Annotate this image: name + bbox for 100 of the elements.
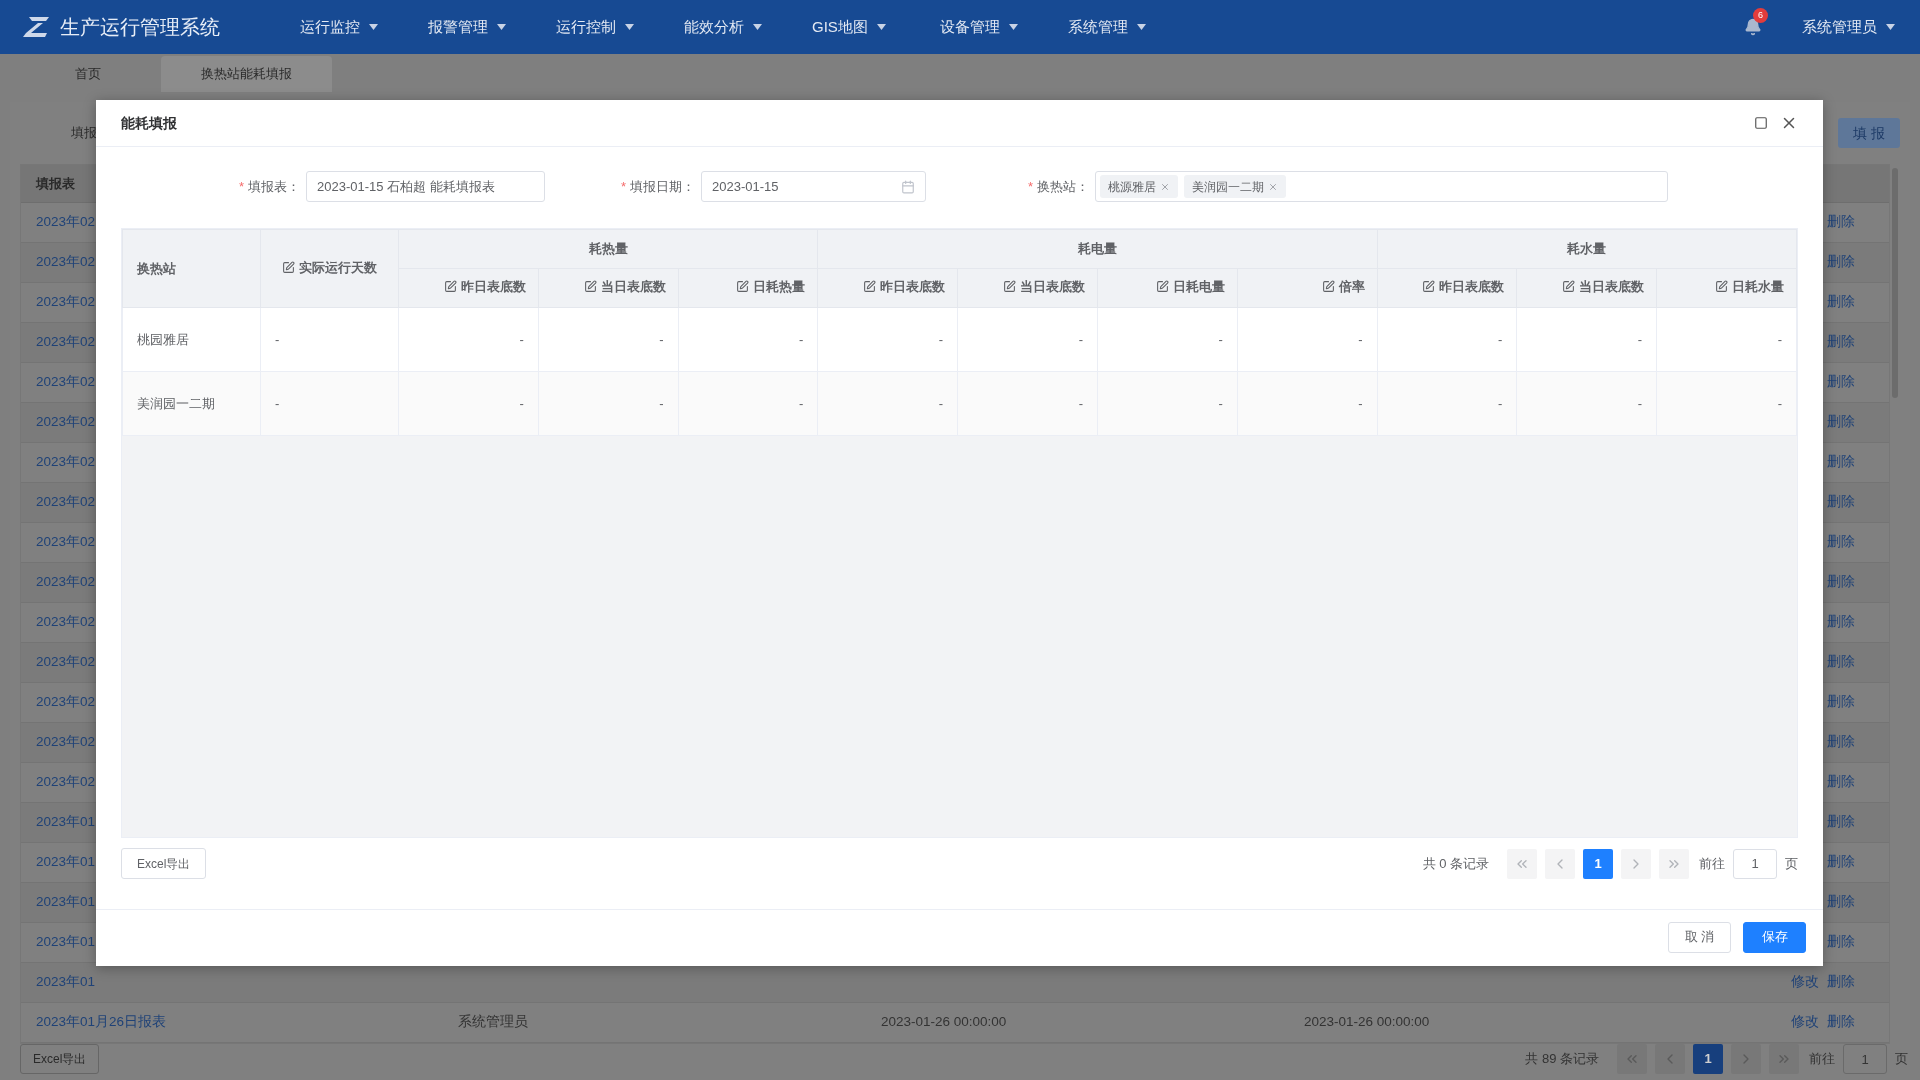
calendar-icon: [901, 179, 915, 194]
action-link[interactable]: 删除: [1827, 932, 1855, 953]
page-button[interactable]: 1: [1583, 848, 1613, 879]
action-link[interactable]: 删除: [1827, 612, 1855, 633]
field-label: 换热站：: [1037, 177, 1089, 196]
page-tab[interactable]: 首页: [35, 56, 141, 92]
action-link[interactable]: 修改: [1791, 1012, 1819, 1033]
table-cell: -: [1637, 395, 1643, 411]
column-header: 当日表底数: [1020, 278, 1085, 297]
save-button[interactable]: 保存: [1743, 921, 1806, 953]
column-header: 换热站: [137, 260, 176, 276]
nav-menu-item[interactable]: 能效分析: [684, 15, 812, 39]
report-link[interactable]: 2023年01: [21, 972, 442, 993]
report-link[interactable]: 2023年01月26日报表: [21, 1012, 442, 1033]
nav-menu-item[interactable]: 系统管理: [1068, 15, 1196, 39]
edit-icon[interactable]: [863, 280, 877, 294]
column-header: 日耗水量: [1732, 278, 1784, 297]
table-cell: -: [519, 331, 524, 347]
action-link[interactable]: 删除: [1827, 852, 1855, 873]
nav-menu-item[interactable]: GIS地图: [812, 15, 940, 39]
action-link[interactable]: 删除: [1827, 692, 1855, 713]
maximize-icon[interactable]: [1754, 116, 1768, 130]
page-button[interactable]: 1: [1693, 1044, 1723, 1074]
column-header: 日耗热量: [753, 278, 806, 297]
field-label: 填报日期：: [630, 177, 695, 196]
action-link[interactable]: 删除: [1827, 652, 1855, 673]
table-cell: -: [1498, 331, 1503, 347]
table-cell: -: [799, 331, 804, 347]
table-cell: -: [1777, 395, 1782, 411]
edit-icon[interactable]: [1422, 280, 1436, 294]
toolbar-label: 填报: [71, 124, 97, 143]
caret-icon: [1886, 24, 1895, 30]
edit-icon[interactable]: [1562, 280, 1576, 294]
table-cell: -: [275, 395, 280, 411]
action-link[interactable]: 删除: [1827, 772, 1855, 793]
action-link[interactable]: 删除: [1827, 732, 1855, 753]
table-cell: -: [659, 395, 664, 411]
action-link[interactable]: 删除: [1827, 572, 1855, 593]
action-link[interactable]: 删除: [1827, 212, 1855, 233]
edit-icon[interactable]: [1155, 280, 1169, 294]
action-link[interactable]: 删除: [1827, 372, 1855, 393]
caret-icon: [369, 24, 378, 30]
page-input[interactable]: 1: [1843, 1044, 1887, 1074]
caret-icon: [753, 24, 762, 30]
edit-icon[interactable]: [443, 280, 457, 294]
column-header: 昨日表底数: [1439, 278, 1505, 297]
table-cell: -: [1637, 331, 1643, 347]
column-header: 当日表底数: [1579, 278, 1645, 297]
group-header: 耗电量: [1078, 241, 1117, 257]
action-link[interactable]: 删除: [1827, 492, 1855, 513]
action-link[interactable]: 删除: [1827, 252, 1855, 273]
caret-icon: [497, 24, 506, 30]
action-link[interactable]: 删除: [1827, 532, 1855, 553]
user-menu[interactable]: 系统管理员: [1802, 15, 1895, 39]
fill-report-button[interactable]: 填 报: [1838, 118, 1900, 148]
nav-menu-item[interactable]: 运行控制: [556, 15, 684, 39]
edit-icon[interactable]: [1003, 280, 1016, 294]
table-cell: -: [519, 395, 524, 411]
edit-icon[interactable]: [736, 280, 750, 294]
action-link[interactable]: 删除: [1827, 1012, 1855, 1033]
table-cell: -: [659, 331, 664, 347]
logo-icon: [23, 17, 49, 37]
app-title: 生产运行管理系统: [60, 15, 220, 40]
field-label: 填报表：: [248, 177, 300, 196]
table-cell: -: [1358, 331, 1363, 347]
edit-icon[interactable]: [282, 260, 295, 274]
edit-icon[interactable]: [583, 280, 597, 294]
edit-icon[interactable]: [1321, 280, 1335, 294]
nav-menu-item[interactable]: 设备管理: [940, 15, 1068, 39]
action-link[interactable]: 删除: [1827, 332, 1855, 353]
nav-menu-item[interactable]: 报警管理: [428, 15, 556, 39]
excel-export-button[interactable]: Excel导出: [20, 1044, 100, 1074]
table-cell: -: [1078, 331, 1083, 347]
action-link[interactable]: 删除: [1827, 812, 1855, 833]
record-count: 共 89 条记录: [1525, 1050, 1599, 1069]
table-cell: -: [1777, 331, 1782, 347]
notification-badge: 6: [1753, 8, 1768, 23]
action-link[interactable]: 删除: [1827, 412, 1855, 433]
action-link[interactable]: 修改: [1791, 972, 1819, 993]
record-count: 共 0 条记录: [1422, 854, 1489, 873]
action-link[interactable]: 删除: [1827, 452, 1855, 473]
page-suffix: 页: [1785, 854, 1798, 873]
cancel-button[interactable]: 取 消: [1668, 921, 1731, 953]
nav-menu-item[interactable]: 运行监控: [300, 15, 428, 39]
page-tab[interactable]: 换热站能耗填报: [161, 56, 332, 92]
action-link[interactable]: 删除: [1827, 892, 1855, 913]
action-link[interactable]: 删除: [1827, 292, 1855, 313]
edit-icon[interactable]: [1715, 280, 1728, 294]
excel-export-button[interactable]: Excel导出: [121, 848, 207, 879]
action-link[interactable]: 删除: [1827, 972, 1855, 993]
table-cell-text: 2023-01-26 00:00:00: [880, 1013, 1008, 1032]
report-name-field[interactable]: 2023-01-15 石柏超 能耗填报表: [306, 171, 545, 202]
station-tag: 桃源雅居: [1100, 175, 1178, 198]
column-header: 填报表: [36, 174, 75, 193]
caret-icon: [625, 24, 634, 30]
column-header: 实际运行天数: [299, 258, 377, 277]
required-mark: *: [1027, 177, 1033, 196]
page-input[interactable]: 1: [1733, 848, 1777, 879]
notification-bell-icon[interactable]: [1744, 18, 1762, 36]
date-field[interactable]: 2023-01-15: [701, 171, 926, 202]
